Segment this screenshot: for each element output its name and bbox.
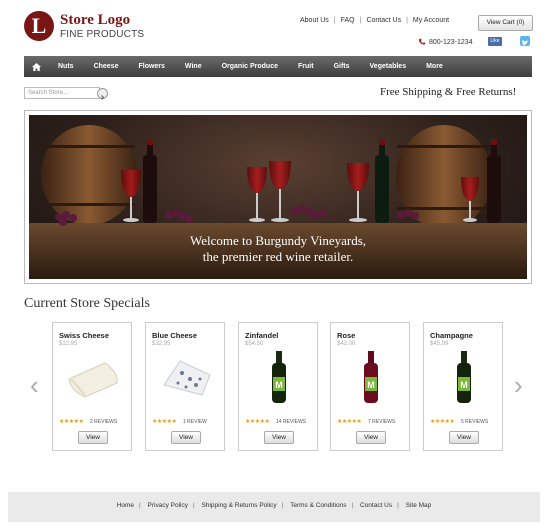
product-price: $45.99 (430, 341, 449, 347)
separator: | (359, 17, 362, 24)
svg-text:M: M (367, 380, 375, 390)
product-card-champagne[interactable]: Champagne $45.99 M ★★★★★ 5 REVIEWS View (423, 322, 503, 451)
product-name[interactable]: Rose (337, 331, 355, 340)
faq-link[interactable]: FAQ (341, 17, 355, 24)
carousel-next-arrow-icon[interactable]: › (514, 370, 523, 401)
nav-item-cheese[interactable]: Cheese (84, 63, 129, 70)
search-input[interactable]: Search Store... (24, 87, 100, 99)
product-card-swiss-cheese[interactable]: Swiss Cheese $12.95 ★★★★★ 2 REVIEWS View (52, 322, 132, 451)
arrow-right-icon (101, 95, 105, 100)
banner-caption-line1: Welcome to Burgundy Vineyards, (189, 233, 367, 248)
my-account-link[interactable]: My Account (413, 17, 449, 24)
logo-mark[interactable]: L (24, 11, 54, 41)
search-button[interactable] (97, 88, 108, 100)
product-price: $12.95 (59, 341, 78, 347)
nav-item-flowers[interactable]: Flowers (128, 63, 174, 70)
separator: | (281, 502, 284, 509)
footer-links: Home | Privacy Policy | Shipping & Returns… (8, 502, 540, 509)
facebook-like-button[interactable]: Like (488, 37, 502, 46)
wine-bottle-image: M (272, 351, 286, 403)
specials-heading: Current Store Specials (24, 296, 150, 311)
product-name[interactable]: Zinfandel (245, 331, 278, 340)
review-count[interactable]: 1 REVIEW (183, 419, 207, 425)
product-card-blue-cheese[interactable]: Blue Cheese $32.95 ★★★★★ 1 REVIEW View (145, 322, 225, 451)
footer-terms-link[interactable]: Terms & Conditions (290, 502, 346, 509)
nav-item-wine[interactable]: Wine (175, 63, 212, 70)
footer-sitemap-link[interactable]: Site Map (406, 502, 432, 509)
nav-item-nuts[interactable]: Nuts (48, 63, 84, 70)
separator: | (351, 502, 354, 509)
separator: | (397, 502, 399, 509)
logo-title[interactable]: Store Logo (60, 12, 130, 28)
footer: Home | Privacy Policy | Shipping & Returns… (8, 492, 540, 522)
twitter-icon[interactable] (520, 36, 530, 46)
carousel-prev-arrow-icon[interactable]: ‹ (30, 370, 39, 401)
nav-item-fruit[interactable]: Fruit (288, 63, 324, 70)
about-us-link[interactable]: About Us (300, 17, 329, 24)
separator: | (193, 502, 195, 509)
contact-us-link[interactable]: Contact Us (366, 17, 401, 24)
logo-subtitle: FINE PRODUCTS (60, 29, 145, 40)
rating-stars: ★★★★★ (245, 419, 270, 425)
review-count[interactable]: 5 REVIEWS (461, 419, 488, 425)
view-cart-button[interactable]: View Cart (0) (478, 15, 533, 31)
review-count[interactable]: 7 REVIEWS (368, 419, 395, 425)
product-card-zinfandel[interactable]: Zinfandel $54.50 M ★★★★★ 14 REVIEWS View (238, 322, 318, 451)
phone-icon (419, 38, 426, 45)
view-button[interactable]: View (171, 431, 201, 444)
footer-shipping-link[interactable]: Shipping & Returns Policy (202, 502, 277, 509)
blue-cheese-image (163, 360, 211, 396)
rating-stars: ★★★★★ (152, 419, 177, 425)
wine-bottle-image: M (457, 351, 471, 403)
product-name[interactable]: Blue Cheese (152, 331, 197, 340)
product-price: $32.95 (152, 341, 171, 347)
phone-text: 800-123-1234 (429, 38, 473, 46)
rating-stars: ★★★★★ (430, 419, 455, 425)
product-price: $42.00 (337, 341, 356, 347)
separator: | (333, 17, 336, 24)
footer-contact-link[interactable]: Contact Us (360, 502, 392, 509)
free-shipping-banner: Free Shipping & Free Returns! (380, 86, 517, 98)
separator: | (406, 17, 408, 24)
product-price: $54.50 (245, 341, 264, 347)
separator: | (139, 502, 141, 509)
phone-number: 800-123-1234 (418, 38, 473, 46)
footer-home-link[interactable]: Home (117, 502, 134, 509)
banner-caption: Welcome to Burgundy Vineyards, the premi… (29, 233, 527, 265)
footer-privacy-link[interactable]: Privacy Policy (148, 502, 188, 509)
rating-stars: ★★★★★ (337, 419, 362, 425)
review-count[interactable]: 2 REVIEWS (90, 419, 117, 425)
product-name[interactable]: Champagne (430, 331, 473, 340)
rating-stars: ★★★★★ (59, 419, 84, 425)
home-icon[interactable] (24, 62, 48, 71)
nav-item-vegetables[interactable]: Vegetables (360, 63, 417, 70)
swiss-cheese-image (68, 362, 118, 398)
main-navigation: Nuts Cheese Flowers Wine Organic Produce… (24, 56, 532, 77)
view-button[interactable]: View (356, 431, 386, 444)
view-button[interactable]: View (264, 431, 294, 444)
view-button[interactable]: View (78, 431, 108, 444)
wine-bottle-image: M (364, 351, 378, 403)
banner-caption-line2: the premier red wine retailer. (202, 249, 354, 264)
svg-text:M: M (275, 380, 283, 390)
nav-item-gifts[interactable]: Gifts (324, 63, 360, 70)
review-count[interactable]: 14 REVIEWS (276, 419, 306, 425)
nav-item-organic-produce[interactable]: Organic Produce (212, 63, 288, 70)
nav-item-more[interactable]: More (416, 63, 453, 70)
svg-text:M: M (460, 380, 468, 390)
hero-banner[interactable]: Welcome to Burgundy Vineyards, the premi… (29, 115, 527, 279)
product-name[interactable]: Swiss Cheese (59, 331, 109, 340)
view-button[interactable]: View (449, 431, 479, 444)
product-card-rose[interactable]: Rose $42.00 M ★★★★★ 7 REVIEWS View (330, 322, 410, 451)
top-links: About Us | FAQ | Contact Us | My Account (300, 17, 449, 24)
